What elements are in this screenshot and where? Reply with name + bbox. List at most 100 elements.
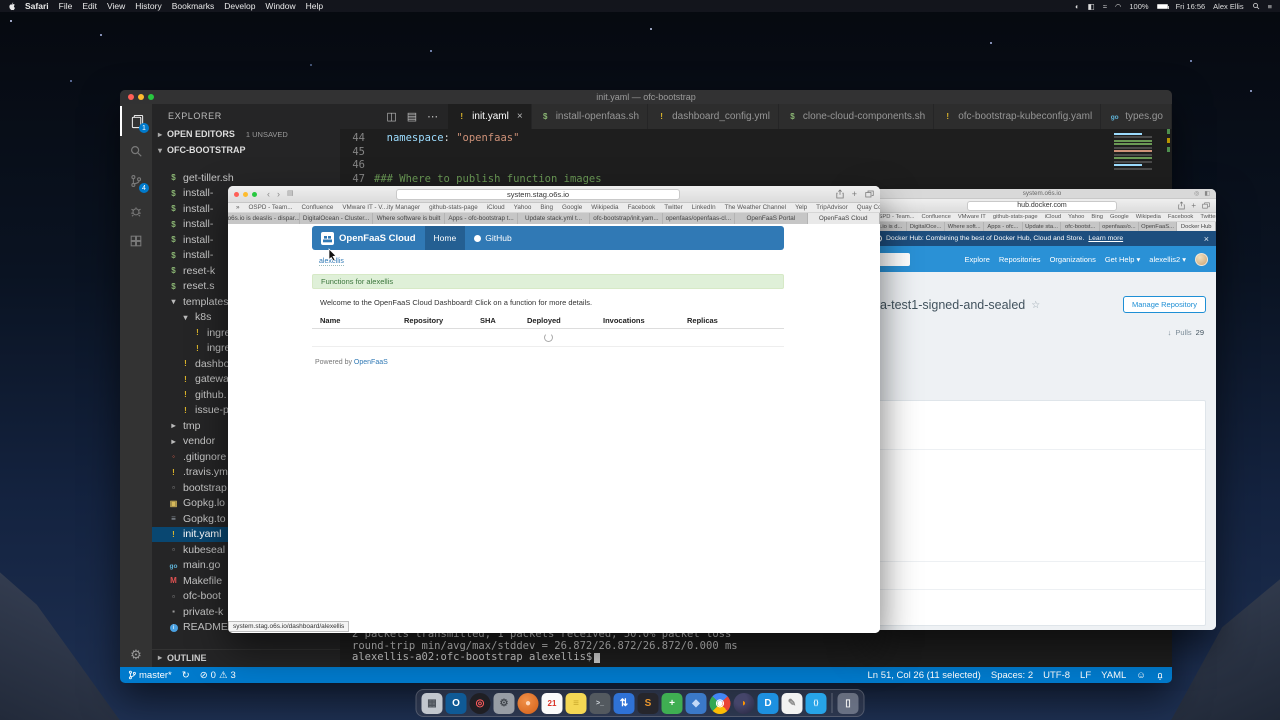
editor-tab[interactable]: clone-cloud-components.sh ×	[778, 104, 935, 129]
bookmark-item[interactable]: github-stats-page	[429, 204, 478, 211]
bookmark-item[interactable]: OSPD - Team...	[874, 214, 914, 220]
nav-item[interactable]: alexellis2 ▾	[1149, 255, 1186, 264]
menu-item[interactable]: File	[59, 1, 73, 11]
menu-item[interactable]: History	[135, 1, 161, 11]
browser-tab[interactable]: Where soft...	[945, 222, 985, 231]
bookmark-item[interactable]: Facebook	[628, 204, 656, 211]
address-bar[interactable]: system.stag.o6s.io	[396, 189, 680, 200]
openfaas-link[interactable]: OpenFaaS	[354, 359, 388, 366]
cursor-position[interactable]: Ln 51, Col 26 (11 selected)	[867, 670, 980, 681]
encoding[interactable]: UTF-8	[1043, 670, 1070, 681]
editor-tab[interactable]: install-openfaas.sh ×	[531, 104, 649, 129]
vscode-titlebar[interactable]: init.yaml — ofc-bootstrap	[120, 90, 1172, 104]
bookmark-item[interactable]: iCloud	[1045, 214, 1061, 220]
browser-tab[interactable]: Apps - ofc...	[984, 222, 1023, 231]
bluetooth-icon[interactable]: ◧	[1088, 2, 1095, 11]
spotlight-icon[interactable]	[1252, 2, 1260, 10]
zoom-button[interactable]	[148, 94, 154, 100]
eol[interactable]: LF	[1080, 670, 1091, 681]
browser-tab[interactable]: Apps - ofc-bootstrap t...	[445, 213, 518, 224]
extensions-icon[interactable]	[120, 226, 152, 256]
bookmark-item[interactable]: Yelp	[795, 204, 807, 211]
outline-section[interactable]: ▸ OUTLINE	[152, 649, 340, 665]
nav-item[interactable]: Organizations	[1050, 255, 1096, 264]
dock-app-icon[interactable]: ◎	[469, 692, 491, 714]
sync-item[interactable]: ↻	[182, 670, 190, 681]
dock-app-icon[interactable]: ✎	[781, 692, 803, 714]
browser-tab[interactable]: ofc-bootstrap/init.yam...	[590, 213, 663, 224]
bookmark-item[interactable]: Bing	[1091, 214, 1103, 220]
download-icon[interactable]: ◎	[1194, 190, 1199, 197]
minimize-button[interactable]	[243, 191, 248, 197]
browser-tab[interactable]: Docker Hub	[1177, 222, 1216, 231]
bookmark-item[interactable]: LinkedIn	[692, 204, 716, 211]
browser-tab[interactable]: ofc-bootst...	[1061, 222, 1101, 231]
menu-item[interactable]: Help	[306, 1, 323, 11]
browser-tab[interactable]: o6s.io is deaslis - dispar...	[228, 213, 301, 224]
nav-item[interactable]: Repositories	[999, 255, 1041, 264]
browser-tab[interactable]: OpenFaaS Portal	[735, 213, 808, 224]
problems-item[interactable]: ⊘ 0 ⚠ 3	[200, 670, 236, 681]
dock-app-icon[interactable]: O	[445, 692, 467, 714]
dock-app-icon[interactable]: ⇅	[613, 692, 635, 714]
browser-tab[interactable]: DigitalOcean - Cluster...	[300, 213, 373, 224]
project-root-section[interactable]: ▾ OFC-BOOTSTRAP	[152, 142, 340, 158]
dock-app-icon[interactable]: ◉	[709, 692, 731, 714]
browser-tab[interactable]: openfaas/o...	[1100, 222, 1139, 231]
bookmark-item[interactable]: github-stats-page	[993, 214, 1038, 220]
notifications-bell-icon[interactable]	[1156, 671, 1164, 680]
menu-item[interactable]: Bookmarks	[172, 1, 215, 11]
bookmark-item[interactable]: TripAdvisor	[816, 204, 848, 211]
bookmark-item[interactable]: Twitter	[664, 204, 683, 211]
search-input[interactable]	[876, 252, 910, 266]
minimize-button[interactable]	[138, 94, 144, 100]
menu-item[interactable]: Develop	[224, 1, 255, 11]
browser-tab[interactable]: Where software is built	[372, 213, 446, 224]
dock-app-icon[interactable]: S	[637, 692, 659, 714]
bookmark-item[interactable]: Wikipedia	[591, 204, 618, 211]
user-menu[interactable]: Alex Ellis	[1213, 2, 1243, 11]
wifi-icon[interactable]: ◠	[1115, 2, 1122, 11]
menu-item[interactable]: Edit	[82, 1, 97, 11]
dock-app-icon[interactable]: ⟨⟩	[805, 692, 827, 714]
browser-tab[interactable]: OpenFaaS Cloud	[807, 213, 880, 224]
safari1-toolbar[interactable]: ‹ › ▤ system.stag.o6s.io +	[228, 186, 880, 203]
share-icon[interactable]	[1178, 201, 1185, 210]
editor-tab[interactable]: types.go ×	[1101, 104, 1172, 129]
back-icon[interactable]: ‹	[267, 189, 270, 199]
sidebar-icon[interactable]: ▤	[287, 189, 294, 199]
bookmark-item[interactable]: VMware IT - V...ity Manager	[342, 204, 420, 211]
settings-gear-icon[interactable]: ⚙	[130, 647, 142, 663]
git-branch-item[interactable]: master*	[128, 670, 172, 681]
dock-app-icon[interactable]: +	[661, 692, 683, 714]
reader-icon[interactable]: ◧	[1204, 190, 1210, 197]
browser-tab[interactable]: DigitalOce...	[906, 222, 946, 231]
editor-tab[interactable]: dashboard_config.yml ×	[648, 104, 779, 129]
close-icon[interactable]: ×	[1204, 234, 1209, 244]
browser-tab[interactable]: openfaas/openfaas-cl...	[662, 213, 736, 224]
dock-app-icon[interactable]: ◆	[685, 692, 707, 714]
manage-repository-button[interactable]: Manage Repository	[1122, 296, 1206, 313]
forward-icon[interactable]: ›	[277, 189, 280, 199]
bookmark-item[interactable]: Yahoo	[514, 204, 532, 211]
search-icon[interactable]	[120, 136, 152, 166]
dock-app-icon[interactable]: ◗	[733, 692, 755, 714]
dock-app-icon[interactable]: ●	[517, 692, 539, 714]
menu-item[interactable]: View	[107, 1, 125, 11]
clock[interactable]: Fri 16:56	[1176, 2, 1206, 11]
bookmark-item[interactable]: Google	[1110, 214, 1129, 220]
bookmark-item[interactable]: Yahoo	[1068, 214, 1084, 220]
minimap[interactable]	[1110, 131, 1156, 171]
zoom-button[interactable]	[252, 191, 257, 197]
editor-tab[interactable]: init.yaml ×	[448, 104, 532, 129]
address-bar[interactable]: hub.docker.com	[967, 200, 1117, 211]
nav-item[interactable]: Get Help ▾	[1105, 255, 1140, 264]
tab-overview-icon[interactable]	[1202, 202, 1210, 209]
new-tab-icon[interactable]: +	[1191, 201, 1196, 210]
split-editor-icon[interactable]: ◫	[386, 110, 396, 123]
dock-app-icon[interactable]: ≡	[565, 692, 587, 714]
menu-item[interactable]: Window	[265, 1, 295, 11]
dock-app-icon[interactable]: 21	[541, 692, 563, 714]
source-control-icon[interactable]: 4	[120, 166, 152, 196]
new-tab-icon[interactable]: +	[852, 189, 857, 199]
